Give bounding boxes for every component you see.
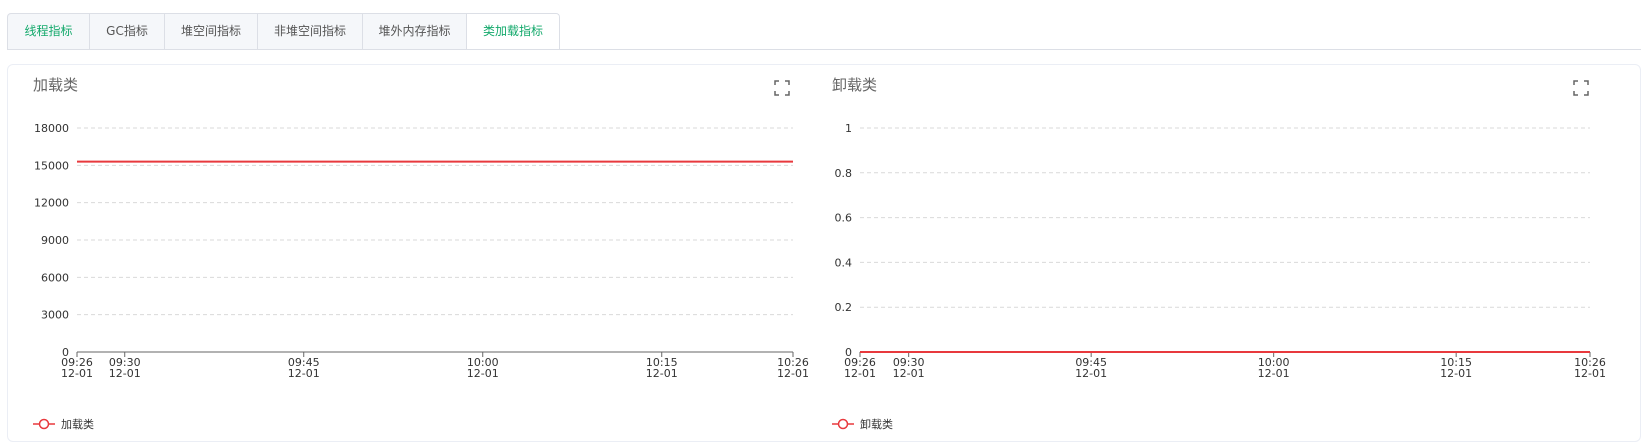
x-tick-date-label: 12-01 (777, 367, 809, 380)
x-tick-date-label: 12-01 (1075, 367, 1107, 380)
legend-item-loaded-classes[interactable]: 加载类 (33, 416, 94, 432)
y-tick-label: 18000 (34, 122, 69, 135)
x-tick-date-label: 12-01 (1258, 367, 1290, 380)
y-tick-label: 0.6 (835, 212, 853, 225)
charts-canvas: 030006000900012000150001800009:2612-0109… (34, 122, 1606, 380)
x-tick-date-label: 12-01 (61, 367, 93, 380)
y-tick-label: 3000 (41, 309, 69, 322)
y-tick-label: 0.4 (835, 256, 853, 269)
x-tick-date-label: 12-01 (288, 367, 320, 380)
x-tick-date-label: 12-01 (1574, 367, 1606, 380)
y-tick-label: 12000 (34, 197, 69, 210)
x-tick-date-label: 12-01 (467, 367, 499, 380)
x-tick-date-label: 12-01 (646, 367, 678, 380)
x-tick-date-label: 12-01 (1440, 367, 1472, 380)
y-tick-label: 0.8 (835, 167, 853, 180)
x-tick-date-label: 12-01 (893, 367, 925, 380)
legend-line-circle-icon (832, 418, 854, 430)
legend-item-unloaded-classes[interactable]: 卸载类 (832, 416, 893, 432)
y-tick-label: 0.2 (835, 301, 853, 314)
legend-line-circle-icon (33, 418, 55, 430)
legend-label: 加载类 (61, 418, 94, 431)
y-tick-label: 15000 (34, 159, 69, 172)
legend-label: 卸载类 (860, 418, 893, 431)
x-tick-date-label: 12-01 (844, 367, 876, 380)
x-tick-date-label: 12-01 (109, 367, 141, 380)
y-tick-label: 9000 (41, 234, 69, 247)
y-tick-label: 1 (845, 122, 852, 135)
y-tick-label: 6000 (41, 271, 69, 284)
